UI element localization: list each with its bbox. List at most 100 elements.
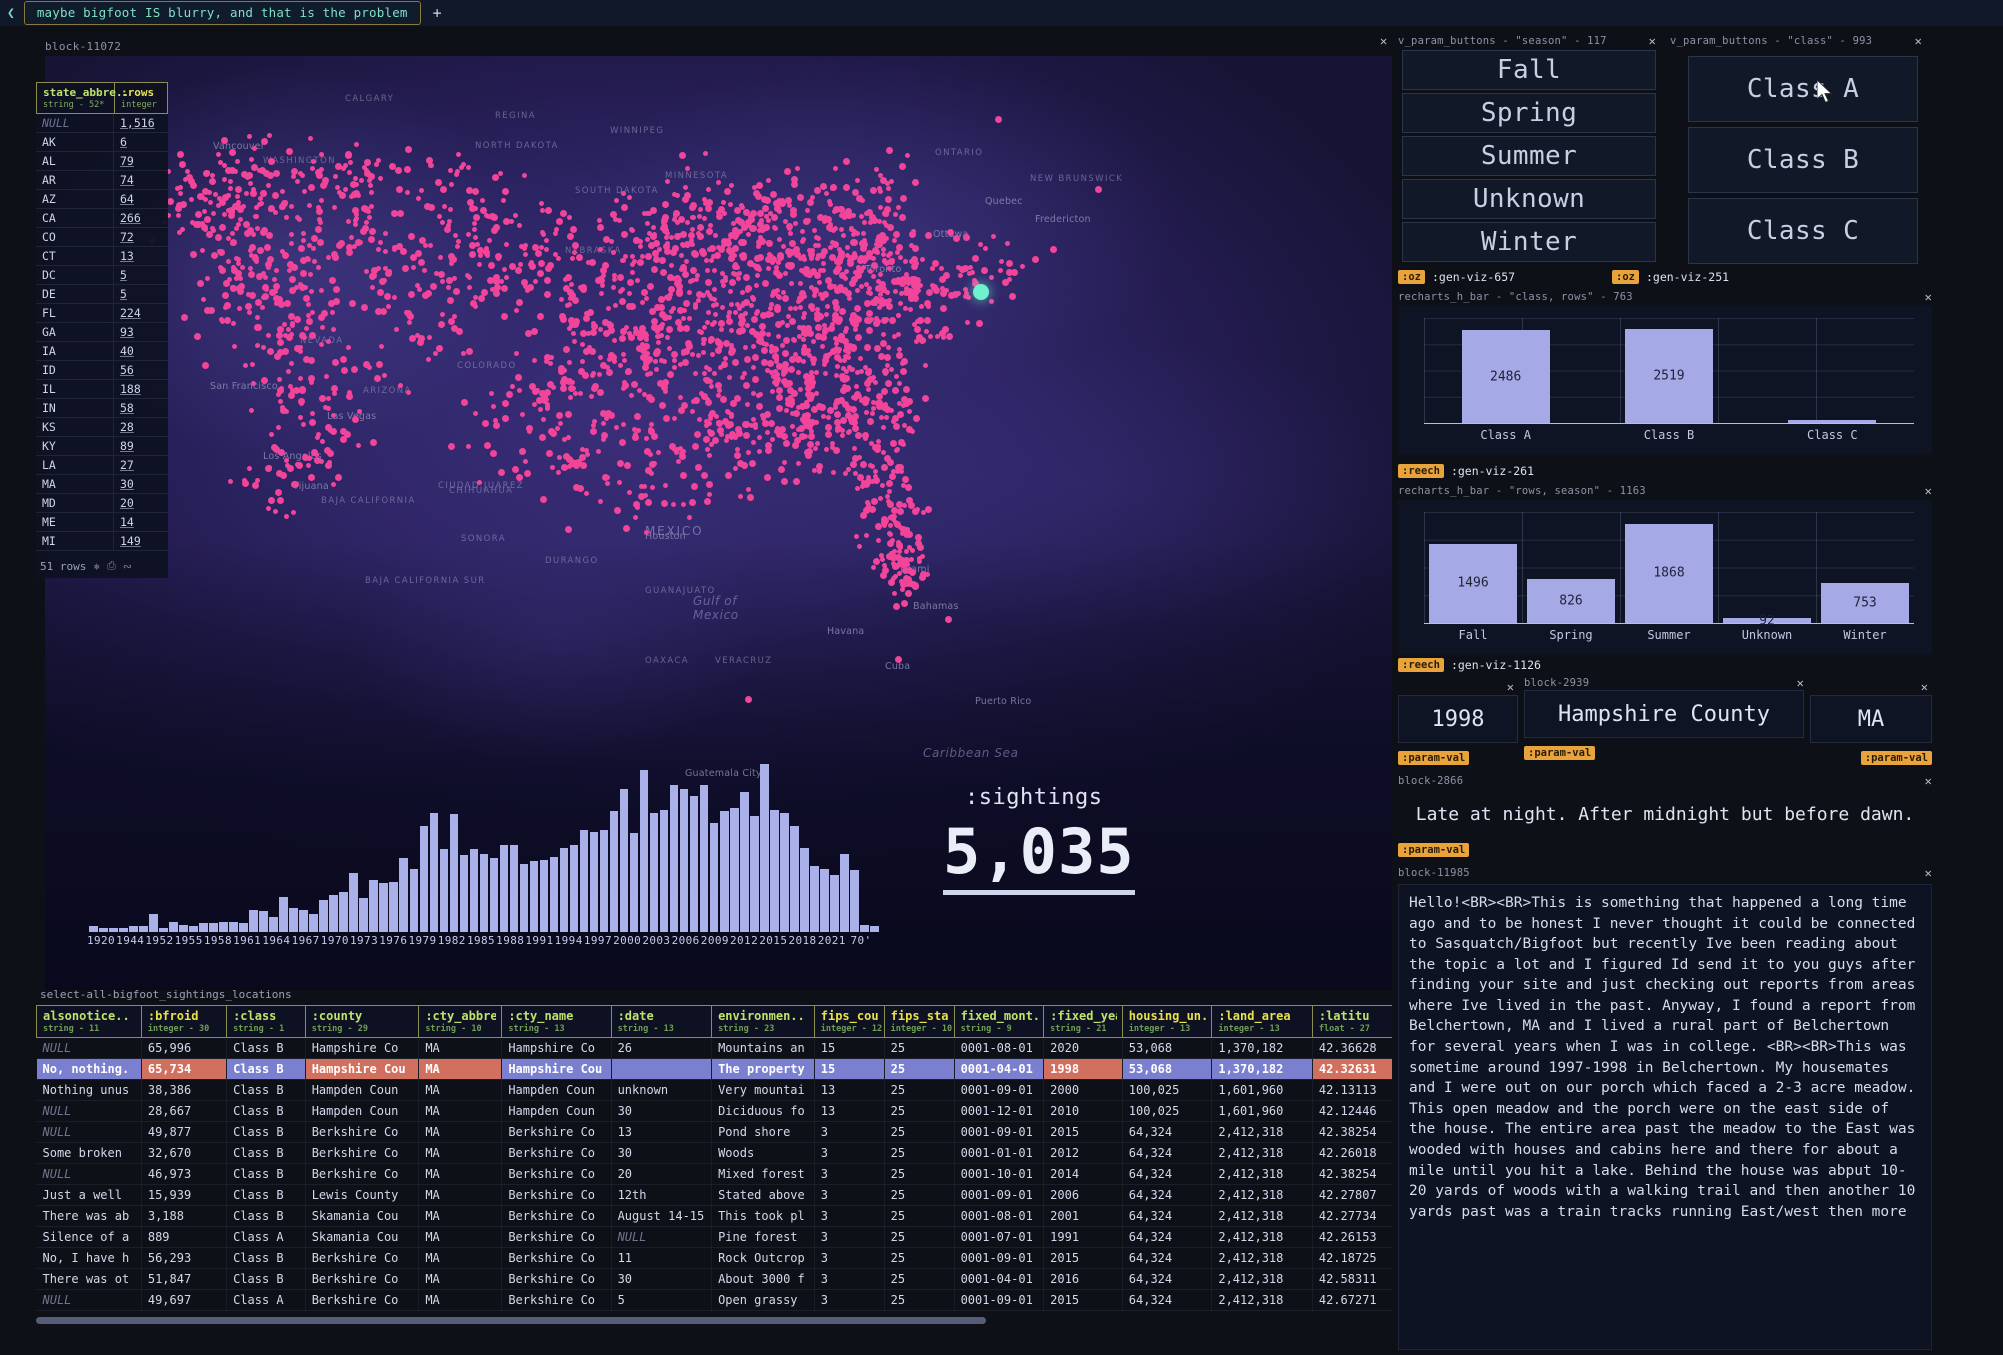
sighting-dot[interactable] xyxy=(850,238,858,246)
sighting-dot[interactable] xyxy=(735,275,741,281)
sighting-dot[interactable] xyxy=(258,201,264,207)
sighting-dot[interactable] xyxy=(466,232,472,238)
sighting-dot[interactable] xyxy=(686,315,692,321)
sighting-dot[interactable] xyxy=(540,232,546,238)
sighting-dot[interactable] xyxy=(350,365,358,373)
sighting-dot[interactable] xyxy=(408,335,416,343)
sighting-dot[interactable] xyxy=(823,446,829,452)
sighting-dot[interactable] xyxy=(245,302,253,310)
sighting-dot[interactable] xyxy=(548,354,554,360)
sighting-dot[interactable] xyxy=(567,395,573,401)
param-button-unknown[interactable]: Unknown xyxy=(1402,179,1656,219)
sighting-dot[interactable] xyxy=(1095,186,1102,193)
sighting-dot[interactable] xyxy=(553,227,559,233)
sighting-dot[interactable] xyxy=(482,420,490,428)
sighting-dot[interactable] xyxy=(472,227,478,233)
sighting-dot[interactable] xyxy=(207,189,213,195)
sighting-dot[interactable] xyxy=(720,395,728,403)
histogram-bar[interactable] xyxy=(399,858,408,932)
class-bar-chart[interactable]: 2486 2519 Class A Class B Class C xyxy=(1398,306,1932,454)
sighting-dot[interactable] xyxy=(696,214,702,220)
sighting-dot[interactable] xyxy=(430,283,438,291)
sighting-dot[interactable] xyxy=(899,367,907,375)
sighting-dot[interactable] xyxy=(619,439,626,447)
sighting-dot[interactable] xyxy=(865,327,873,335)
sighting-dot[interactable] xyxy=(925,506,932,513)
histogram-bar[interactable] xyxy=(299,909,308,932)
sighting-dot[interactable] xyxy=(375,247,381,253)
sightings-data-table[interactable]: select-all-bigfoot_sightings_locations a… xyxy=(36,988,1392,1352)
sighting-dot[interactable] xyxy=(498,468,506,476)
sighting-dot[interactable] xyxy=(628,302,636,310)
sighting-dot[interactable] xyxy=(226,259,232,265)
sighting-dot[interactable] xyxy=(243,363,249,369)
sighting-dot[interactable] xyxy=(681,316,687,322)
sighting-dot[interactable] xyxy=(263,275,269,281)
sighting-dot[interactable] xyxy=(650,225,656,231)
sighting-dot[interactable] xyxy=(320,182,328,190)
sighting-dot[interactable] xyxy=(783,271,789,277)
sighting-dot[interactable] xyxy=(661,200,669,208)
histogram-bar[interactable] xyxy=(319,899,328,932)
sighting-dot[interactable] xyxy=(271,276,277,282)
sighting-dot[interactable] xyxy=(810,195,816,201)
histogram-bar[interactable] xyxy=(569,845,579,932)
sighting-dot[interactable] xyxy=(671,447,677,453)
sighting-dot[interactable] xyxy=(271,191,279,199)
sighting-dot[interactable] xyxy=(325,254,331,260)
sighting-dot[interactable] xyxy=(614,197,619,203)
histogram-bar[interactable] xyxy=(339,892,348,932)
sighting-dot[interactable] xyxy=(409,254,417,262)
histogram-bar[interactable] xyxy=(409,868,419,932)
sighting-dot[interactable] xyxy=(556,470,562,476)
scrollbar-thumb[interactable] xyxy=(36,1317,986,1324)
sighting-dot[interactable] xyxy=(606,321,612,327)
sighting-dot[interactable] xyxy=(273,170,281,178)
sighting-dot[interactable] xyxy=(891,590,897,596)
sighting-dot[interactable] xyxy=(999,259,1005,265)
sighting-dot[interactable] xyxy=(346,345,352,351)
sighting-dot[interactable] xyxy=(288,360,294,366)
sighting-dot[interactable] xyxy=(509,219,515,225)
sighting-dot[interactable] xyxy=(273,509,279,515)
sighting-dot[interactable] xyxy=(690,482,698,490)
histogram-bar[interactable] xyxy=(559,848,569,932)
histogram-bar[interactable] xyxy=(379,883,388,932)
data-column-header[interactable]: :cty_abbrevstring - 10 xyxy=(418,1005,503,1038)
sighting-dot[interactable] xyxy=(473,214,481,222)
sighting-dot[interactable] xyxy=(561,436,567,442)
sighting-dot[interactable] xyxy=(886,458,894,466)
sighting-dot[interactable] xyxy=(574,459,582,467)
sighting-dot[interactable] xyxy=(843,471,849,477)
sighting-dot[interactable] xyxy=(636,344,644,352)
sighting-dot[interactable] xyxy=(928,334,934,340)
sighting-dot[interactable] xyxy=(228,479,234,485)
sighting-dot[interactable] xyxy=(967,271,973,277)
sighting-dot[interactable] xyxy=(840,433,846,439)
sighting-dot[interactable] xyxy=(867,418,875,426)
sighting-dot[interactable] xyxy=(523,469,531,477)
sighting-dot[interactable] xyxy=(644,295,650,301)
sighting-dot[interactable] xyxy=(531,388,539,396)
sighting-dot[interactable] xyxy=(840,232,846,238)
sighting-dot[interactable] xyxy=(299,270,307,278)
table-row[interactable]: NULL 49,697 Class A Berkshire Co MA Berkshire… xyxy=(36,1289,1392,1311)
sighting-dot[interactable] xyxy=(501,415,509,423)
sighting-dot[interactable] xyxy=(855,264,861,270)
sighting-dot[interactable] xyxy=(860,460,868,468)
state-table-row[interactable]: IL 188 xyxy=(36,380,168,399)
sighting-dot[interactable] xyxy=(282,252,290,260)
sighting-dot[interactable] xyxy=(288,286,296,294)
sighting-dot[interactable] xyxy=(899,163,907,171)
sighting-dot[interactable] xyxy=(367,235,375,243)
sighting-dot[interactable] xyxy=(562,345,570,353)
histogram-bar[interactable] xyxy=(289,908,298,932)
sighting-dot[interactable] xyxy=(189,251,197,259)
sighting-dot[interactable] xyxy=(247,265,253,271)
sighting-dot[interactable] xyxy=(704,268,710,274)
sighting-dot[interactable] xyxy=(896,205,902,211)
sighting-dot[interactable] xyxy=(357,409,363,415)
sighting-dot[interactable] xyxy=(426,156,433,164)
sighting-dot[interactable] xyxy=(406,390,412,396)
sighting-dot[interactable] xyxy=(611,272,617,278)
